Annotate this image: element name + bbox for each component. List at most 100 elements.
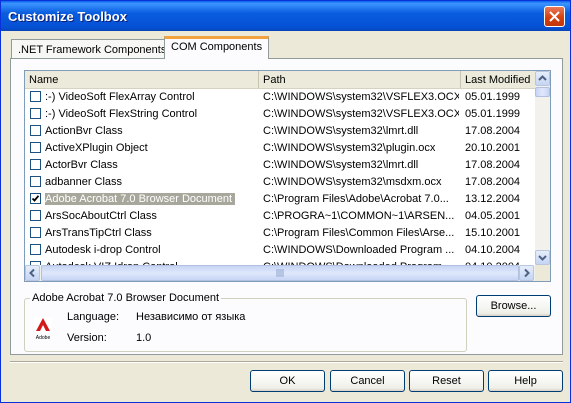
arrow-up-icon xyxy=(538,75,547,81)
component-last-modified: 04.10.2004 xyxy=(465,244,521,256)
vertical-scrollbar[interactable] xyxy=(535,71,550,265)
ok-button[interactable]: OK xyxy=(250,370,325,392)
window-title: Customize Toolbox xyxy=(8,9,127,24)
list-item[interactable]: Adobe Acrobat 7.0 Browser Document C:\Pro… xyxy=(25,191,535,208)
component-name-text: :-) VideoSoft FlexString Control xyxy=(45,108,198,120)
list-item[interactable]: ActorBvr Class C:\WINDOWS\system32\lmrt.d… xyxy=(25,157,535,174)
grip-icon xyxy=(276,269,284,277)
component-name-text: adbanner Class xyxy=(45,176,123,188)
customize-toolbox-dialog: Customize Toolbox .NET Framework Compone… xyxy=(0,0,571,403)
component-path: C:\WINDOWS\system32\plugin.ocx xyxy=(263,142,436,154)
arrow-down-icon xyxy=(538,255,547,261)
dialog-divider xyxy=(10,361,563,363)
component-checkbox[interactable] xyxy=(30,227,41,238)
list-item[interactable]: ArsSocAboutCtrl Class C:\PROGRA~1\COMMON~… xyxy=(25,208,535,225)
version-value: 1.0 xyxy=(136,332,152,344)
adobe-acrobat-icon: Adobe xyxy=(34,317,52,341)
component-name: :-) VideoSoft FlexArray Control xyxy=(45,91,257,103)
list-item[interactable]: ActiveXPlugin Object C:\WINDOWS\system32\… xyxy=(25,140,535,157)
component-checkbox[interactable] xyxy=(30,176,41,187)
list-item[interactable]: ArsTransTipCtrl Class C:\Program Files\Co… xyxy=(25,225,535,242)
components-list[interactable]: Name Path Last Modified :-) VideoSoft Fl… xyxy=(24,70,551,282)
column-header-path[interactable]: Path xyxy=(259,71,461,88)
vertical-scroll-thumb[interactable] xyxy=(535,87,550,97)
tab-label: COM Components xyxy=(171,41,263,53)
component-path: C:\PROGRA~1\COMMON~1\ARSEN... xyxy=(263,210,455,222)
component-last-modified: 04.05.2001 xyxy=(465,210,521,222)
component-name: ActionBvr Class xyxy=(45,125,257,137)
browse-button[interactable]: Browse... xyxy=(476,295,551,317)
column-header-name[interactable]: Name xyxy=(25,71,259,88)
component-last-modified: 17.08.2004 xyxy=(465,159,521,171)
component-name: ActorBvr Class xyxy=(45,159,257,171)
version-label: Version: xyxy=(67,332,107,344)
adobe-icon-caption: Adobe xyxy=(35,335,51,341)
arrow-right-icon xyxy=(524,268,530,278)
component-name-text: ArsSocAboutCtrl Class xyxy=(45,210,157,222)
component-path: C:\WINDOWS\system32\VSFLEX3.OCX xyxy=(263,108,459,120)
cancel-button[interactable]: Cancel xyxy=(330,370,405,392)
help-button[interactable]: Help xyxy=(488,370,563,392)
component-name-text: :-) VideoSoft FlexArray Control xyxy=(45,91,195,103)
component-checkbox[interactable] xyxy=(30,108,41,119)
arrow-left-icon xyxy=(29,268,35,278)
component-checkbox[interactable] xyxy=(30,125,41,136)
component-checkbox[interactable] xyxy=(30,244,41,255)
component-last-modified: 05.01.1999 xyxy=(465,108,521,120)
component-last-modified: 20.10.2001 xyxy=(465,142,521,154)
component-name-text: Autodesk i-drop Control xyxy=(45,244,161,256)
tab-com-components[interactable]: COM Components xyxy=(164,36,270,59)
column-header-last-modified[interactable]: Last Modified xyxy=(461,71,535,88)
scroll-left-button[interactable] xyxy=(25,265,40,281)
component-path: C:\Program Files\Common Files\Arse... xyxy=(263,227,455,239)
list-item[interactable]: adbanner Class C:\WINDOWS\system32\msdxm.… xyxy=(25,174,535,191)
component-path: C:\WINDOWS\system32\VSFLEX3.OCX xyxy=(263,91,459,103)
list-item[interactable]: ActionBvr Class C:\WINDOWS\system32\lmrt.… xyxy=(25,123,535,140)
scroll-up-button[interactable] xyxy=(535,71,550,86)
component-last-modified: 17.08.2004 xyxy=(465,125,521,137)
component-name: adbanner Class xyxy=(45,176,257,188)
component-checkbox[interactable] xyxy=(30,142,41,153)
component-name-text: Adobe Acrobat 7.0 Browser Document xyxy=(45,193,236,205)
component-name: :-) VideoSoft FlexString Control xyxy=(45,108,257,120)
details-group-title: Adobe Acrobat 7.0 Browser Document xyxy=(30,292,222,304)
component-path: C:\Program Files\Adobe\Acrobat 7.0... xyxy=(263,193,449,205)
component-name: Autodesk i-drop Control xyxy=(45,244,257,256)
component-checkbox[interactable] xyxy=(30,193,41,204)
scroll-right-button[interactable] xyxy=(519,265,534,281)
component-last-modified: 05.01.1999 xyxy=(465,91,521,103)
tab-label: .NET Framework Components xyxy=(18,44,167,56)
component-name: Adobe Acrobat 7.0 Browser Document xyxy=(45,193,257,205)
component-name-text: ActionBvr Class xyxy=(45,125,123,137)
scroll-corner xyxy=(535,265,550,281)
component-checkbox[interactable] xyxy=(30,210,41,221)
title-bar[interactable]: Customize Toolbox xyxy=(1,1,570,31)
list-item[interactable]: :-) VideoSoft FlexArray Control C:\WINDOW… xyxy=(25,89,535,106)
list-item[interactable]: :-) VideoSoft FlexString Control C:\WINDO… xyxy=(25,106,535,123)
component-name: ActiveXPlugin Object xyxy=(45,142,257,154)
component-checkbox[interactable] xyxy=(30,91,41,102)
component-name-text: ActorBvr Class xyxy=(45,159,118,171)
component-path: C:\WINDOWS\Downloaded Program ... xyxy=(263,244,455,256)
component-path: C:\WINDOWS\system32\msdxm.ocx xyxy=(263,176,442,188)
component-name-text: ArsTransTipCtrl Class xyxy=(45,227,152,239)
component-name: ArsSocAboutCtrl Class xyxy=(45,210,257,222)
horizontal-scroll-thumb[interactable] xyxy=(41,265,519,281)
close-button[interactable] xyxy=(544,6,565,27)
reset-button[interactable]: Reset xyxy=(409,370,484,392)
component-last-modified: 13.12.2004 xyxy=(465,193,521,205)
list-item[interactable]: Autodesk i-drop Control C:\WINDOWS\Downlo… xyxy=(25,242,535,259)
tab-net-framework-components[interactable]: .NET Framework Components xyxy=(11,39,174,59)
horizontal-scrollbar[interactable] xyxy=(25,265,535,281)
scroll-down-button[interactable] xyxy=(535,250,550,265)
component-checkbox[interactable] xyxy=(30,159,41,170)
list-header: Name Path Last Modified xyxy=(25,71,535,89)
component-path: C:\WINDOWS\system32\lmrt.dll xyxy=(263,125,419,137)
component-path: C:\WINDOWS\system32\lmrt.dll xyxy=(263,159,419,171)
checkmark-icon xyxy=(31,195,40,202)
component-last-modified: 15.10.2001 xyxy=(465,227,521,239)
language-value: Независимо от языка xyxy=(136,311,246,323)
component-name-text: ActiveXPlugin Object xyxy=(45,142,148,154)
component-name: ArsTransTipCtrl Class xyxy=(45,227,257,239)
close-icon xyxy=(549,11,560,22)
